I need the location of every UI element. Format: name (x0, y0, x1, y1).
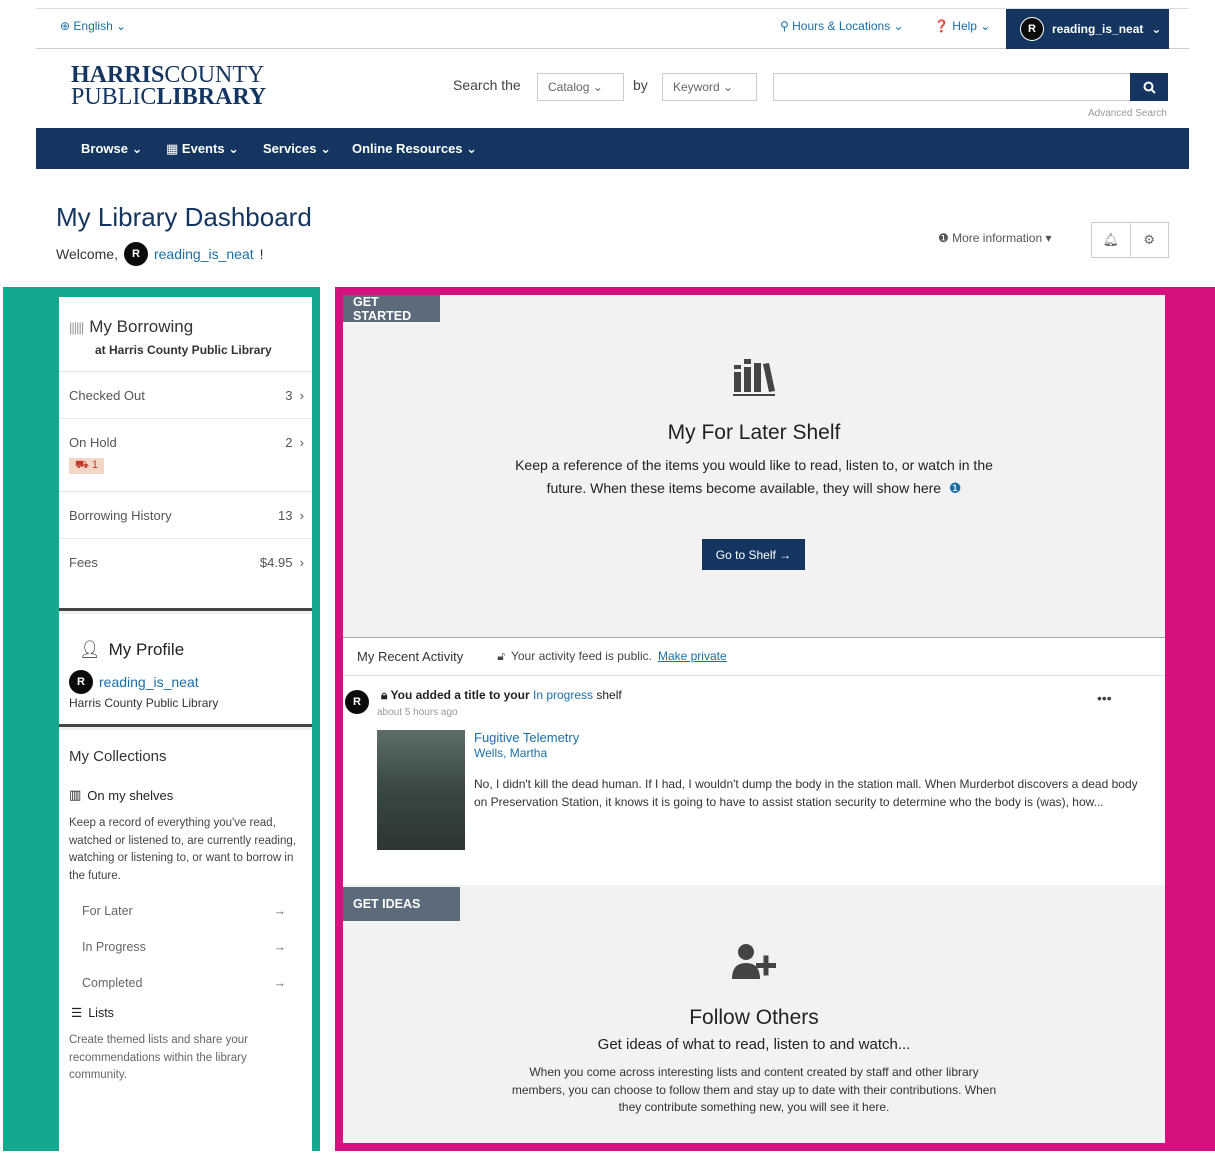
user-icon: 👤︎ (79, 640, 101, 659)
borrowing-header: |||||| My Borrowing at Harris County Publ… (59, 297, 312, 372)
activity-privacy: 🔓︎ Your activity feed is public. Make pr… (497, 649, 727, 664)
hold-ready-badge: ⛟ 1 (69, 458, 105, 474)
arrow-right-icon: → (273, 904, 287, 918)
library-logo[interactable]: HARRISCOUNTY PUBLICLIBRARY (71, 63, 266, 109)
search-button[interactable] (1130, 73, 1168, 101)
by-label: by (633, 77, 648, 93)
advanced-search-link[interactable]: Advanced Search (1088, 108, 1167, 119)
lists-description: Create themed lists and share your recom… (69, 1034, 248, 1081)
activity-more-button[interactable]: ••• (1097, 690, 1112, 706)
lists-title: ☰ Lists (71, 1005, 114, 1021)
nav-browse[interactable]: Browse ⌄ (81, 141, 142, 157)
profile-username-link[interactable]: reading_is_neat (99, 674, 199, 690)
help-link[interactable]: ❓ Help ⌄ (934, 19, 990, 33)
info-icon[interactable]: ❶ (949, 480, 962, 496)
avatar: R (1020, 17, 1044, 41)
nav-services[interactable]: Services ⌄ (263, 141, 331, 157)
shelf-link-for-later[interactable]: For Later → (59, 893, 312, 929)
profile-user: R reading_is_neat (59, 670, 312, 694)
arrow-right-icon: → (273, 976, 287, 990)
in-progress-shelf-link[interactable]: In progress (533, 688, 593, 702)
help-icon: ❓ (934, 19, 949, 33)
avatar: R (123, 242, 148, 266)
borrowing-row-checked-out[interactable]: Checked Out 3 › (59, 372, 312, 419)
search-icon (1143, 81, 1156, 94)
barcode-icon: |||||| (69, 319, 84, 335)
shelves-title: ▥ On my shelves (69, 787, 174, 803)
nav-online-resources[interactable]: Online Resources ⌄ (352, 141, 477, 157)
borrowing-row-fees[interactable]: Fees $4.95 › (59, 539, 312, 586)
user-menu[interactable]: R reading_is_neat ⌄ (1006, 9, 1169, 49)
profile-library: Harris County Public Library (69, 696, 219, 710)
search-label: Search the (453, 77, 521, 93)
map-marker-icon: ⚲ (780, 19, 789, 33)
globe-icon: ⊕ (60, 19, 71, 33)
user-plus-icon (732, 944, 776, 979)
nav-events[interactable]: ▦ Events ⌄ (166, 141, 239, 157)
main-content: GET STARTED My For Later Shelf Keep a re… (343, 295, 1165, 1143)
more-information-dropdown[interactable]: ❶ More information ▾ (938, 231, 1052, 245)
info-icon: ❶ (938, 231, 949, 245)
calendar-icon: ▦ (166, 141, 179, 156)
collections-title: My Collections (69, 748, 167, 765)
books-icon (733, 359, 775, 396)
book-cover[interactable] (377, 730, 465, 850)
user-name: reading_is_neat (1052, 22, 1144, 36)
lock-icon: 🔒︎ (381, 688, 388, 702)
book-title-link[interactable]: Fugitive Telemetry (474, 730, 579, 745)
search-scope-select[interactable]: Catalog ⌄ (537, 73, 624, 101)
activity-action: 🔒︎ You added a title to your In progress… (381, 688, 622, 702)
list-icon: ☰ (71, 1006, 83, 1020)
activity-header: My Recent Activity 🔓︎ Your activity feed… (343, 638, 1165, 676)
books-icon: ▥ (69, 787, 82, 802)
shelf-link-in-progress[interactable]: In Progress → (59, 929, 312, 965)
chevron-down-icon: ⌄ (1151, 22, 1162, 36)
utility-bar: ⊕ English ⌄ ⚲ Hours & Locations ⌄ ❓ Help… (36, 8, 1189, 49)
language-selector[interactable]: ⊕ English ⌄ (60, 19, 126, 33)
dashboard-actions: 🔔︎ ⚙ (1091, 222, 1169, 258)
arrow-right-icon: → (273, 940, 287, 954)
avatar: R (345, 690, 369, 714)
get-started-tag: GET STARTED (343, 295, 440, 323)
unlock-icon: 🔓︎ (497, 649, 505, 663)
search-type-select[interactable]: Keyword ⌄ (662, 73, 757, 101)
welcome-username-link[interactable]: reading_is_neat (154, 246, 254, 262)
truck-icon: ⛟ (75, 459, 89, 471)
activity-time: about 5 hours ago (377, 707, 458, 718)
get-ideas-tag: GET IDEAS (343, 887, 460, 921)
book-description: No, I didn't kill the dead human. If I h… (474, 777, 1138, 809)
follow-others-description: When you come across interesting lists a… (511, 1065, 997, 1114)
main-nav: Browse ⌄ ▦ Events ⌄ Services ⌄ Online Re… (36, 128, 1189, 169)
hours-locations-link[interactable]: ⚲ Hours & Locations ⌄ (780, 19, 904, 33)
follow-others-title: Follow Others (689, 1006, 819, 1029)
borrowing-row-on-hold[interactable]: On Hold ⛟ 1 2 › (59, 419, 312, 492)
bell-icon[interactable]: 🔔︎ (1092, 223, 1130, 257)
follow-others-subtitle: Get ideas of what to read, listen to and… (597, 1036, 911, 1053)
gear-icon[interactable]: ⚙ (1129, 223, 1169, 257)
borrowing-row-history[interactable]: Borrowing History 13 › (59, 492, 312, 539)
left-sidebar: |||||| My Borrowing at Harris County Publ… (59, 297, 312, 1151)
for-later-title: My For Later Shelf (667, 421, 841, 444)
go-to-shelf-button[interactable]: Go to Shelf → (702, 539, 805, 570)
search-input[interactable] (773, 73, 1131, 101)
shelf-link-completed[interactable]: Completed → (59, 965, 312, 1001)
make-private-link[interactable]: Make private (658, 649, 727, 664)
recent-activity: My Recent Activity 🔓︎ Your activity feed… (343, 637, 1165, 885)
shelves-description: Keep a record of everything you've read,… (69, 817, 296, 882)
avatar: R (69, 670, 93, 694)
profile-header: 👤︎ My Profile (79, 640, 185, 659)
page-title: My Library Dashboard (56, 202, 312, 232)
welcome-message: Welcome, R reading_is_neat! (56, 242, 264, 266)
book-author-link[interactable]: Wells, Martha (474, 746, 547, 760)
for-later-description: Keep a reference of the items you would … (515, 457, 993, 496)
